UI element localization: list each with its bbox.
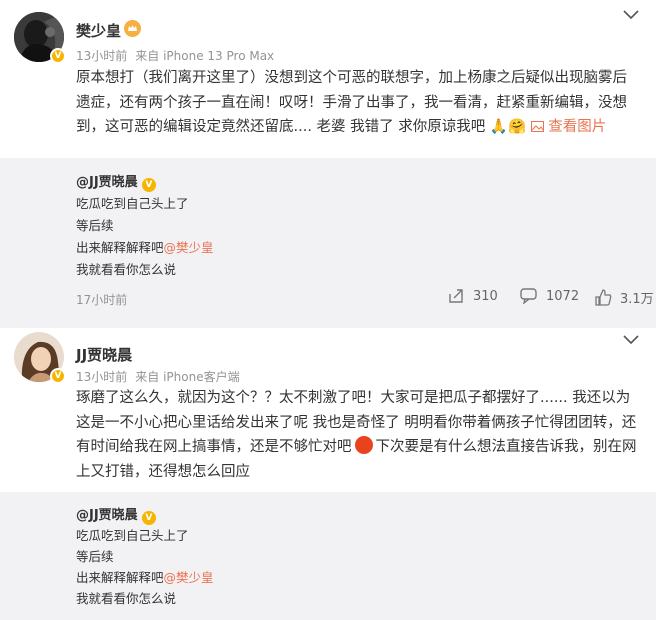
post-text-line: 这是一不小心把心里话给发出来了呢 我也是奇怪了 明明看你带着俩孩子忙得团团转，还: [76, 414, 637, 431]
post-text-segment: 下次要是有什么想法直接告诉我，别在网: [375, 439, 637, 456]
comment-count: 1072: [546, 288, 580, 304]
post-text-line: 上又打错，还得想怎么回应: [76, 463, 250, 480]
angry-emoji: [354, 436, 373, 455]
post-text-line: 琢磨了这么久，就因为这个？？太不刺激了吧！大家可是把瓜子都摆好了...... 我…: [76, 390, 631, 406]
image-icon: [530, 121, 544, 133]
repost-author: @JJ贾晓晨 V: [76, 504, 156, 525]
post-meta: 13小时前 来自 iPhone客户端: [76, 368, 240, 385]
pray-emoji: 🙏: [489, 119, 508, 136]
crown-icon: [124, 20, 141, 37]
username[interactable]: JJ贾晓晨: [76, 344, 132, 365]
repost-line: 我就看看你怎么说: [76, 262, 177, 277]
repost-box[interactable]: @JJ贾晓晨 V 吃瓜吃到自己头上了 等后续 出来解释解释吧@樊少皇 我就看看你…: [0, 158, 656, 318]
post-time[interactable]: 13小时前: [76, 370, 127, 384]
repost-line: 等后续: [76, 549, 114, 564]
like-icon: [595, 289, 612, 306]
username[interactable]: 樊少皇: [76, 20, 121, 41]
verified-badge-icon: V: [50, 48, 66, 64]
post-text-segment: 有时间给我在网上搞事情，还是不够忙对吧: [76, 439, 352, 456]
post-text: 琢磨了这么久，就因为这个？？太不刺激了吧！大家可是把瓜子都摆好了...... 我…: [76, 386, 646, 484]
post-meta: 13小时前 来自 iPhone 13 Pro Max: [76, 47, 274, 64]
repost-text: 出来解释解释吧: [76, 570, 164, 585]
repost-line: 出来解释解释吧@樊少皇: [76, 237, 214, 256]
repost-line: 等后续: [76, 218, 114, 233]
post-text: 原本想打（我们离开这里了）没想到这个可恶的联想字，加上杨康之后疑似出现脑雾后 遗…: [76, 66, 646, 140]
post-time[interactable]: 13小时前: [76, 49, 127, 63]
hug-emoji: 🤗: [507, 119, 526, 136]
chevron-down-icon[interactable]: [622, 9, 640, 21]
view-image-link[interactable]: 查看图片: [530, 119, 607, 136]
post-divider: [0, 318, 656, 328]
repost-count: 310: [473, 288, 498, 304]
repost-line: 我就看看你怎么说: [76, 591, 177, 606]
post-text-line: 遗症，还有两个孩子一直在闹！叹呀！手滑了出事了，我一看清，赶紧重新编辑，没想: [76, 94, 627, 111]
repost-button[interactable]: 310: [448, 288, 498, 304]
repost-box[interactable]: @JJ贾晓晨 V 吃瓜吃到自己头上了 等后续 出来解释解释吧@樊少皇 我就看看你…: [0, 492, 656, 620]
like-count: 3.1万: [620, 292, 654, 307]
view-image-label: 查看图片: [548, 119, 607, 136]
post-text-line: 到，这可恶的编辑设定竟然还留底.... 老婆 我错了 求你原谅我吧 🙏🤗 查看图…: [76, 115, 646, 140]
verified-badge-icon: V: [141, 511, 156, 525]
comment-icon: [520, 288, 537, 304]
verified-badge-icon: V: [141, 178, 156, 192]
post-text-line: 原本想打（我们离开这里了）没想到这个可恶的联想字，加上杨康之后疑似出现脑雾后: [76, 70, 627, 86]
post-text-line: 有时间给我在网上搞事情，还是不够忙对吧 下次要是有什么想法直接告诉我，别在网: [76, 435, 646, 460]
repost-icon: [449, 289, 463, 303]
post-source: 来自 iPhone客户端: [135, 370, 240, 384]
chevron-down-icon[interactable]: [622, 334, 640, 346]
post-text-segment: 到，这可恶的编辑设定竟然还留底.... 老婆 我错了 求你原谅我吧: [76, 119, 486, 136]
weibo-post-2: V JJ贾晓晨 13小时前 来自 iPhone客户端 琢磨了这么久，就因为这个？？…: [0, 328, 656, 620]
repost-text: 出来解释解释吧: [76, 240, 164, 255]
weibo-post-1: V 樊少皇 13小时前 来自 iPhone 13 Pro Max 原本想打（我们离…: [0, 0, 656, 318]
verified-badge-icon: V: [50, 368, 66, 384]
repost-line: 出来解释解释吧@樊少皇: [76, 567, 214, 586]
mention-link[interactable]: @樊少皇: [164, 240, 214, 255]
comment-button[interactable]: 1072: [520, 288, 579, 304]
post-source: 来自 iPhone 13 Pro Max: [135, 49, 275, 63]
repost-time[interactable]: 17小时前: [76, 291, 127, 308]
repost-user-link[interactable]: @JJ贾晓晨: [76, 508, 138, 523]
like-button[interactable]: 3.1万: [595, 288, 654, 307]
repost-line: 吃瓜吃到自己头上了: [76, 196, 189, 211]
mention-link[interactable]: @樊少皇: [164, 570, 214, 585]
repost-line: 吃瓜吃到自己头上了: [76, 528, 189, 543]
repost-user-link[interactable]: @JJ贾晓晨: [76, 175, 138, 190]
repost-author: @JJ贾晓晨 V: [76, 171, 156, 192]
